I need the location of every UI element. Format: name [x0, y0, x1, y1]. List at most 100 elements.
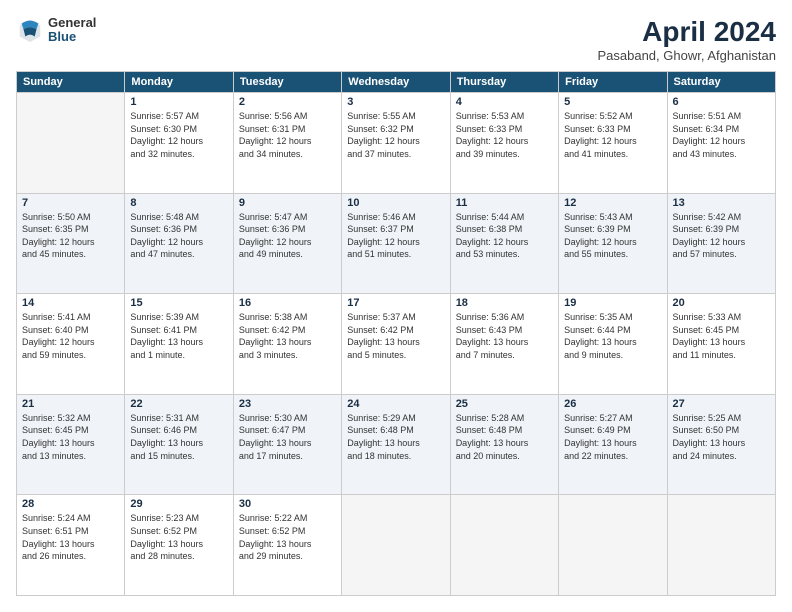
week-row-4: 21 Sunrise: 5:32 AM Sunset: 6:45 PM Dayli…: [17, 394, 776, 495]
day-number: 5: [564, 96, 661, 108]
month-title: April 2024: [597, 16, 776, 48]
day-number: 10: [347, 197, 444, 209]
calendar-cell: 15 Sunrise: 5:39 AM Sunset: 6:41 PM Dayli…: [125, 294, 233, 395]
day-info: Sunrise: 5:50 AM Sunset: 6:35 PM Dayligh…: [22, 211, 119, 261]
logo-text: General Blue: [48, 16, 96, 45]
day-info: Sunrise: 5:53 AM Sunset: 6:33 PM Dayligh…: [456, 110, 553, 160]
calendar-cell: 17Sunrise: 5:37 AM Sunset: 6:42 PM Dayli…: [342, 294, 450, 395]
week-row-5: 28 Sunrise: 5:24 AM Sunset: 6:51 PM Dayli…: [17, 495, 776, 596]
calendar-cell: 23 Sunrise: 5:30 AM Sunset: 6:47 PM Dayli…: [233, 394, 341, 495]
day-info: Sunrise: 5:46 AM Sunset: 6:37 PM Dayligh…: [347, 211, 444, 261]
logo-blue: Blue: [48, 30, 96, 44]
day-number: 17: [347, 297, 444, 309]
day-number: 15: [130, 297, 227, 309]
day-info: Sunrise: 5:57 AM Sunset: 6:30 PM Dayligh…: [130, 110, 227, 160]
calendar-cell: 26 Sunrise: 5:27 AM Sunset: 6:49 PM Dayli…: [559, 394, 667, 495]
day-number: 28: [22, 498, 119, 510]
day-info: Sunrise: 5:56 AM Sunset: 6:31 PM Dayligh…: [239, 110, 336, 160]
logo: General Blue: [16, 16, 96, 45]
day-number: 14: [22, 297, 119, 309]
day-info: Sunrise: 5:55 AM Sunset: 6:32 PM Dayligh…: [347, 110, 444, 160]
day-info: Sunrise: 5:41 AM Sunset: 6:40 PM Dayligh…: [22, 311, 119, 361]
day-info: Sunrise: 5:33 AM Sunset: 6:45 PM Dayligh…: [673, 311, 770, 361]
day-number: 25: [456, 398, 553, 410]
header-saturday: Saturday: [667, 72, 775, 93]
calendar-cell: 10 Sunrise: 5:46 AM Sunset: 6:37 PM Dayli…: [342, 193, 450, 294]
day-info: Sunrise: 5:30 AM Sunset: 6:47 PM Dayligh…: [239, 412, 336, 462]
day-number: 1: [130, 96, 227, 108]
week-row-2: 7 Sunrise: 5:50 AM Sunset: 6:35 PM Daylig…: [17, 193, 776, 294]
location: Pasaband, Ghowr, Afghanistan: [597, 48, 776, 63]
day-number: 21: [22, 398, 119, 410]
day-number: 26: [564, 398, 661, 410]
calendar-cell: 21 Sunrise: 5:32 AM Sunset: 6:45 PM Dayli…: [17, 394, 125, 495]
day-info: Sunrise: 5:36 AM Sunset: 6:43 PM Dayligh…: [456, 311, 553, 361]
header-friday: Friday: [559, 72, 667, 93]
week-row-1: 1 Sunrise: 5:57 AM Sunset: 6:30 PM Daylig…: [17, 93, 776, 194]
page: General Blue April 2024 Pasaband, Ghowr,…: [0, 0, 792, 612]
calendar-cell: 30Sunrise: 5:22 AM Sunset: 6:52 PM Dayli…: [233, 495, 341, 596]
day-number: 18: [456, 297, 553, 309]
day-info: Sunrise: 5:31 AM Sunset: 6:46 PM Dayligh…: [130, 412, 227, 462]
calendar-cell: 12Sunrise: 5:43 AM Sunset: 6:39 PM Dayli…: [559, 193, 667, 294]
day-info: Sunrise: 5:44 AM Sunset: 6:38 PM Dayligh…: [456, 211, 553, 261]
day-info: Sunrise: 5:52 AM Sunset: 6:33 PM Dayligh…: [564, 110, 661, 160]
calendar-cell: 7 Sunrise: 5:50 AM Sunset: 6:35 PM Daylig…: [17, 193, 125, 294]
day-number: 8: [130, 197, 227, 209]
day-number: 6: [673, 96, 770, 108]
day-info: Sunrise: 5:24 AM Sunset: 6:51 PM Dayligh…: [22, 512, 119, 562]
calendar-cell: 11Sunrise: 5:44 AM Sunset: 6:38 PM Dayli…: [450, 193, 558, 294]
day-info: Sunrise: 5:48 AM Sunset: 6:36 PM Dayligh…: [130, 211, 227, 261]
calendar-cell: 25Sunrise: 5:28 AM Sunset: 6:48 PM Dayli…: [450, 394, 558, 495]
header: General Blue April 2024 Pasaband, Ghowr,…: [16, 16, 776, 63]
calendar-cell: 8 Sunrise: 5:48 AM Sunset: 6:36 PM Daylig…: [125, 193, 233, 294]
day-number: 4: [456, 96, 553, 108]
calendar-cell: 16 Sunrise: 5:38 AM Sunset: 6:42 PM Dayli…: [233, 294, 341, 395]
day-number: 23: [239, 398, 336, 410]
calendar-cell: 13 Sunrise: 5:42 AM Sunset: 6:39 PM Dayli…: [667, 193, 775, 294]
day-number: 7: [22, 197, 119, 209]
day-info: Sunrise: 5:38 AM Sunset: 6:42 PM Dayligh…: [239, 311, 336, 361]
calendar-cell: 18 Sunrise: 5:36 AM Sunset: 6:43 PM Dayli…: [450, 294, 558, 395]
calendar-cell: [450, 495, 558, 596]
day-info: Sunrise: 5:47 AM Sunset: 6:36 PM Dayligh…: [239, 211, 336, 261]
calendar-cell: [17, 93, 125, 194]
calendar-cell: 4 Sunrise: 5:53 AM Sunset: 6:33 PM Daylig…: [450, 93, 558, 194]
day-number: 2: [239, 96, 336, 108]
logo-general: General: [48, 16, 96, 30]
calendar-cell: 29Sunrise: 5:23 AM Sunset: 6:52 PM Dayli…: [125, 495, 233, 596]
day-info: Sunrise: 5:22 AM Sunset: 6:52 PM Dayligh…: [239, 512, 336, 562]
day-number: 22: [130, 398, 227, 410]
day-info: Sunrise: 5:42 AM Sunset: 6:39 PM Dayligh…: [673, 211, 770, 261]
calendar-cell: [342, 495, 450, 596]
day-number: 13: [673, 197, 770, 209]
calendar-cell: 1 Sunrise: 5:57 AM Sunset: 6:30 PM Daylig…: [125, 93, 233, 194]
day-number: 27: [673, 398, 770, 410]
calendar-cell: 3 Sunrise: 5:55 AM Sunset: 6:32 PM Daylig…: [342, 93, 450, 194]
header-wednesday: Wednesday: [342, 72, 450, 93]
calendar-cell: 5 Sunrise: 5:52 AM Sunset: 6:33 PM Daylig…: [559, 93, 667, 194]
day-number: 12: [564, 197, 661, 209]
day-info: Sunrise: 5:32 AM Sunset: 6:45 PM Dayligh…: [22, 412, 119, 462]
calendar-cell: 6 Sunrise: 5:51 AM Sunset: 6:34 PM Daylig…: [667, 93, 775, 194]
calendar-cell: 19Sunrise: 5:35 AM Sunset: 6:44 PM Dayli…: [559, 294, 667, 395]
day-number: 24: [347, 398, 444, 410]
day-number: 29: [130, 498, 227, 510]
day-number: 16: [239, 297, 336, 309]
week-row-3: 14 Sunrise: 5:41 AM Sunset: 6:40 PM Dayli…: [17, 294, 776, 395]
calendar-cell: 2 Sunrise: 5:56 AM Sunset: 6:31 PM Daylig…: [233, 93, 341, 194]
calendar-cell: 20Sunrise: 5:33 AM Sunset: 6:45 PM Dayli…: [667, 294, 775, 395]
day-number: 3: [347, 96, 444, 108]
day-info: Sunrise: 5:51 AM Sunset: 6:34 PM Dayligh…: [673, 110, 770, 160]
title-block: April 2024 Pasaband, Ghowr, Afghanistan: [597, 16, 776, 63]
logo-icon: [16, 16, 44, 44]
day-number: 19: [564, 297, 661, 309]
header-thursday: Thursday: [450, 72, 558, 93]
calendar-cell: 28 Sunrise: 5:24 AM Sunset: 6:51 PM Dayli…: [17, 495, 125, 596]
day-info: Sunrise: 5:39 AM Sunset: 6:41 PM Dayligh…: [130, 311, 227, 361]
header-sunday: Sunday: [17, 72, 125, 93]
calendar-cell: 22 Sunrise: 5:31 AM Sunset: 6:46 PM Dayli…: [125, 394, 233, 495]
calendar-cell: 27Sunrise: 5:25 AM Sunset: 6:50 PM Dayli…: [667, 394, 775, 495]
header-tuesday: Tuesday: [233, 72, 341, 93]
day-info: Sunrise: 5:27 AM Sunset: 6:49 PM Dayligh…: [564, 412, 661, 462]
